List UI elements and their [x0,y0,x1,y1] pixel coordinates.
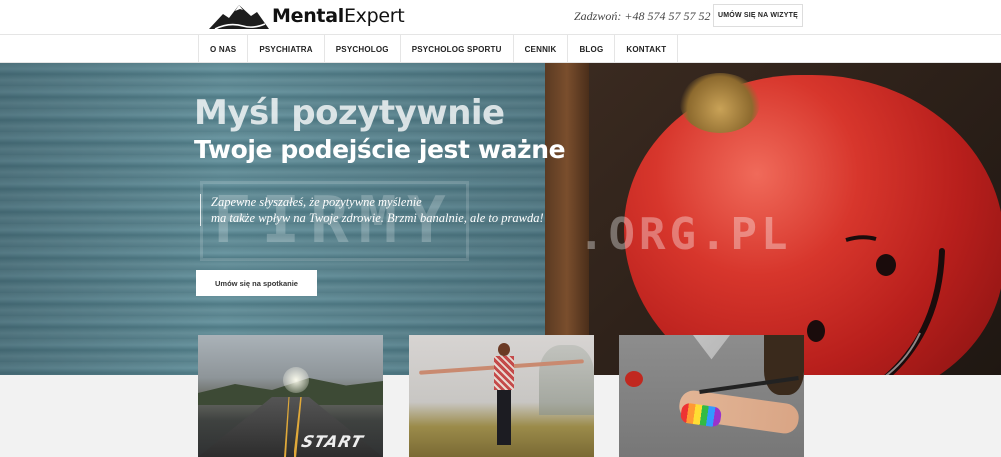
book-appointment-button[interactable]: Umów się na spotkanie [196,270,317,296]
hero-description: Zapewne słyszałeś, że pozytywne myślenie… [200,194,544,226]
nav-item-psycholog-sportu[interactable]: PSYCHOLOG SPORTU [399,35,513,63]
card-road-start[interactable]: START [198,335,383,457]
hero-banner: FIRMY .ORG.PL Myśl pozytywnie Twoje pode… [0,63,1001,375]
logo[interactable]: MentalExpert [209,2,405,30]
nav-item-psychiatra[interactable]: PSYCHIATRA [247,35,323,63]
card-rainbow-arm[interactable] [619,335,804,457]
logo-text: MentalExpert [272,5,405,27]
nav-item-kontakt[interactable]: KONTAKT [614,35,679,63]
nav-item-o-nas[interactable]: O NAS [198,35,247,63]
nav-item-psycholog[interactable]: PSYCHOLOG [323,35,400,63]
card-woman-freedom[interactable] [409,335,594,457]
hero-subtitle: Twoje podejście jest ważne [194,135,566,164]
top-header: MentalExpert Zadzwoń: +48 574 57 57 52 U… [0,0,1001,34]
mountain-logo-icon [209,5,269,30]
main-nav: O NAS PSYCHIATRA PSYCHOLOG PSYCHOLOG SPO… [0,34,1001,63]
phone-number[interactable]: Zadzwoń: +48 574 57 57 52 [574,9,710,24]
woman-figure [494,343,514,445]
nav-item-cennik[interactable]: CENNIK [512,35,568,63]
nav-item-blog[interactable]: BLOG [567,35,614,63]
hero-title: Myśl pozytywnie [194,93,505,133]
book-visit-button[interactable]: UMÓW SIĘ NA WIZYTĘ [713,4,803,27]
apple-stem [680,73,760,133]
start-text: START [299,432,366,451]
